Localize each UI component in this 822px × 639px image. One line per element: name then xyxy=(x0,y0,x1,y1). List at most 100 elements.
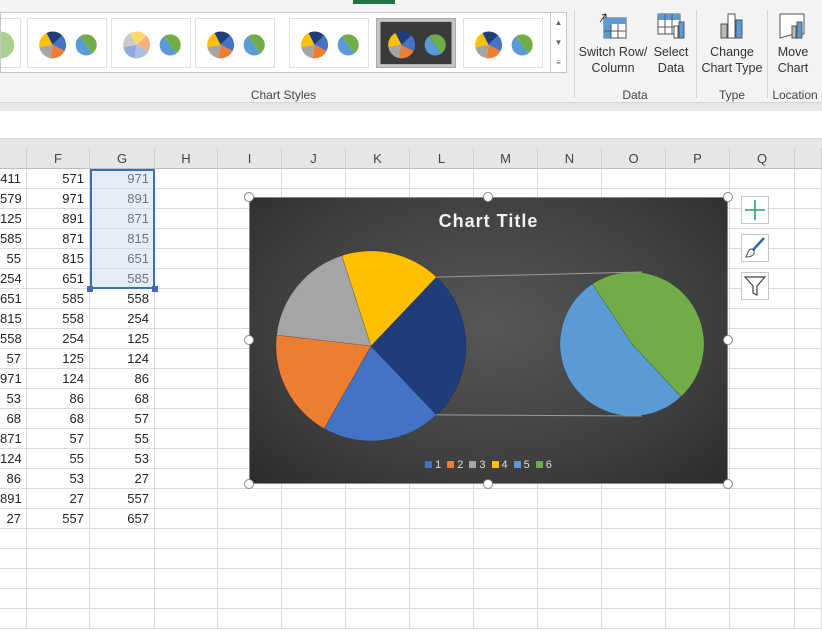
cell[interactable]: 125 xyxy=(90,329,155,349)
cell[interactable] xyxy=(730,349,795,369)
cell[interactable] xyxy=(795,229,822,249)
cell[interactable] xyxy=(474,549,538,569)
cell[interactable] xyxy=(218,589,282,609)
cell[interactable] xyxy=(282,509,346,529)
cell[interactable] xyxy=(0,529,27,549)
cell[interactable]: 254 xyxy=(90,309,155,329)
chart-resize-handle[interactable] xyxy=(723,192,733,202)
change-chart-type-button[interactable]: Change Chart Type xyxy=(699,12,765,76)
gallery-scroll-up[interactable]: ▲ xyxy=(550,13,566,33)
cell[interactable] xyxy=(155,469,218,489)
cell[interactable] xyxy=(730,389,795,409)
cell[interactable]: 124 xyxy=(90,349,155,369)
chart-resize-handle[interactable] xyxy=(723,479,733,489)
cell[interactable] xyxy=(282,549,346,569)
cell[interactable] xyxy=(155,509,218,529)
cell[interactable] xyxy=(27,529,90,549)
cell[interactable] xyxy=(666,529,730,549)
cell[interactable] xyxy=(795,489,822,509)
cell[interactable]: 651 xyxy=(0,289,27,309)
column-header-f[interactable]: F xyxy=(27,148,90,169)
cell[interactable]: 579 xyxy=(0,189,27,209)
cell[interactable] xyxy=(602,529,666,549)
cell[interactable] xyxy=(602,589,666,609)
cell[interactable]: 86 xyxy=(0,469,27,489)
legend-entry-4[interactable]: 4 xyxy=(491,459,508,471)
cell[interactable] xyxy=(666,609,730,629)
cell[interactable]: 57 xyxy=(0,349,27,369)
cell[interactable]: 411 xyxy=(0,169,27,189)
cell[interactable] xyxy=(730,469,795,489)
cell[interactable] xyxy=(410,169,474,189)
chart-styles-button[interactable] xyxy=(741,234,769,262)
formula-bar[interactable] xyxy=(0,111,822,139)
cell[interactable]: 585 xyxy=(90,269,155,289)
cell[interactable] xyxy=(410,509,474,529)
cell[interactable] xyxy=(90,569,155,589)
cell[interactable]: 53 xyxy=(90,449,155,469)
cell[interactable] xyxy=(155,489,218,509)
cell[interactable] xyxy=(730,409,795,429)
column-header-p[interactable]: P xyxy=(666,148,730,169)
column-header-k[interactable]: K xyxy=(346,148,410,169)
cell[interactable] xyxy=(666,589,730,609)
column-header-h[interactable]: H xyxy=(155,148,218,169)
cell[interactable] xyxy=(730,489,795,509)
cell[interactable]: 971 xyxy=(90,169,155,189)
chart-style-option[interactable] xyxy=(27,18,107,68)
cell[interactable] xyxy=(730,169,795,189)
column-header-j[interactable]: J xyxy=(282,148,346,169)
cell[interactable]: 891 xyxy=(90,189,155,209)
cell[interactable] xyxy=(218,609,282,629)
cell[interactable]: 815 xyxy=(0,309,27,329)
cell[interactable] xyxy=(155,589,218,609)
cell[interactable]: 53 xyxy=(0,389,27,409)
chart-elements-button[interactable] xyxy=(741,196,769,224)
cell[interactable] xyxy=(730,509,795,529)
chart-style-option[interactable] xyxy=(463,18,543,68)
cell[interactable]: 971 xyxy=(0,369,27,389)
cell[interactable]: 871 xyxy=(0,429,27,449)
cell[interactable] xyxy=(0,609,27,629)
cell[interactable] xyxy=(346,169,410,189)
cell[interactable] xyxy=(155,269,218,289)
cell[interactable] xyxy=(730,529,795,549)
cell[interactable]: 557 xyxy=(27,509,90,529)
cell[interactable]: 86 xyxy=(90,369,155,389)
cell[interactable]: 971 xyxy=(27,189,90,209)
cell[interactable]: 57 xyxy=(27,429,90,449)
cell[interactable] xyxy=(218,509,282,529)
cell[interactable]: 558 xyxy=(27,309,90,329)
chart-resize-handle[interactable] xyxy=(723,335,733,345)
column-header[interactable] xyxy=(795,148,822,169)
cell[interactable] xyxy=(474,169,538,189)
cell[interactable] xyxy=(795,249,822,269)
cell[interactable] xyxy=(730,369,795,389)
chart-resize-handle[interactable] xyxy=(244,335,254,345)
cell[interactable] xyxy=(410,529,474,549)
cell[interactable]: 125 xyxy=(0,209,27,229)
gallery-scroll-down[interactable]: ▼ xyxy=(550,33,566,53)
cell[interactable] xyxy=(538,589,602,609)
cell[interactable]: 254 xyxy=(0,269,27,289)
cell[interactable]: 585 xyxy=(0,229,27,249)
switch-row-column-button[interactable]: Switch Row/ Column xyxy=(578,12,648,76)
cell[interactable] xyxy=(27,589,90,609)
cell[interactable] xyxy=(410,549,474,569)
column-header-q[interactable]: Q xyxy=(730,148,795,169)
legend-entry-2[interactable]: 2 xyxy=(447,459,463,471)
cell[interactable]: 871 xyxy=(27,229,90,249)
column-header-m[interactable]: M xyxy=(474,148,538,169)
cell[interactable]: 815 xyxy=(90,229,155,249)
cell[interactable] xyxy=(346,489,410,509)
cell[interactable] xyxy=(155,529,218,549)
cell[interactable] xyxy=(218,529,282,549)
select-data-button[interactable]: Select Data xyxy=(650,12,692,76)
cell[interactable] xyxy=(730,609,795,629)
cell[interactable] xyxy=(346,589,410,609)
cell[interactable] xyxy=(155,389,218,409)
cell[interactable] xyxy=(795,269,822,289)
cell[interactable] xyxy=(155,429,218,449)
chart-style-option[interactable] xyxy=(1,18,21,68)
cell[interactable] xyxy=(538,509,602,529)
